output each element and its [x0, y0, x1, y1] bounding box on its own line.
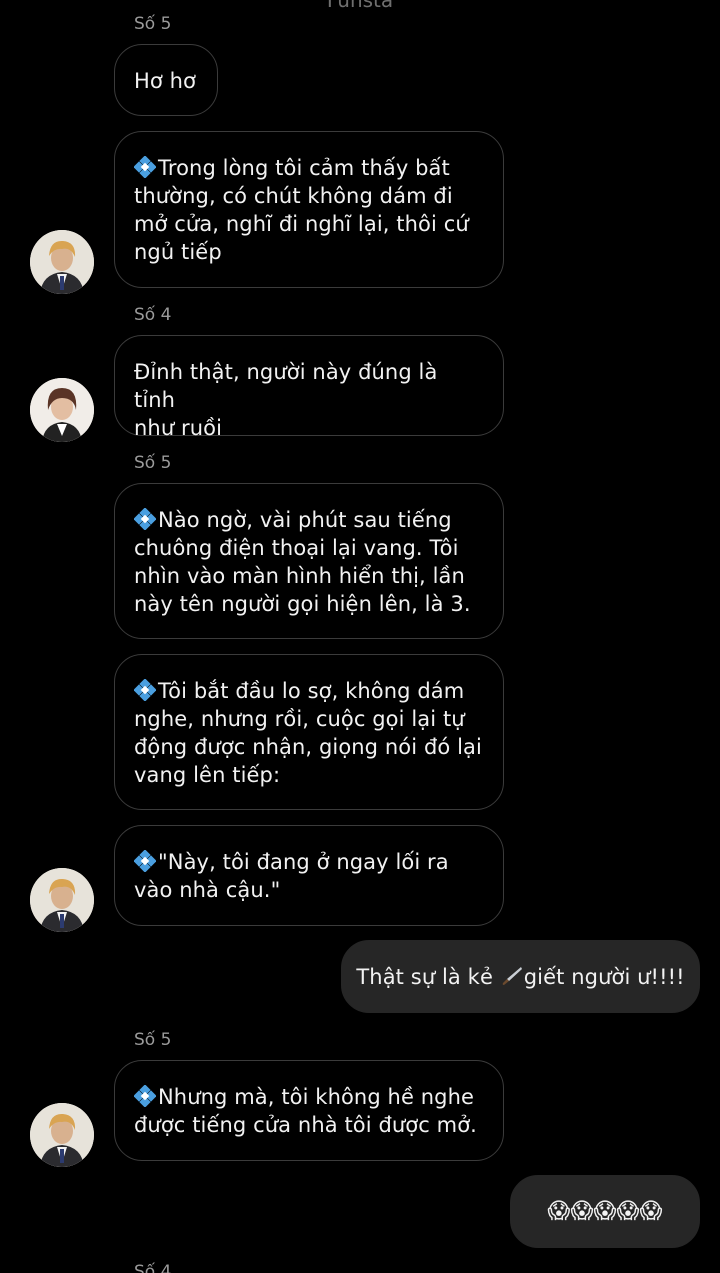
avatar[interactable]	[30, 230, 94, 294]
message-bubble[interactable]: Nào ngờ, vài phút sau tiếng chuông điện …	[114, 483, 504, 639]
scream-face-icon: 😱😱😱😱😱	[547, 1198, 663, 1224]
message-line: Nhưng mà, tôi không hề nghe	[134, 1083, 483, 1111]
avatar[interactable]	[30, 378, 94, 442]
message-bubble[interactable]: Hơ hơ	[114, 44, 218, 116]
message-line: "Này, tôi đang ở ngay lối ra	[134, 848, 483, 876]
message-line: Trong lòng tôi cảm thấy bất	[134, 154, 483, 182]
sender-name: Số 5	[134, 14, 172, 34]
chat-screen: Funsta Số 5 Hơ hơ Trong lòng tôi cảm thấ…	[0, 0, 720, 1273]
message-text: Hơ hơ	[134, 69, 196, 93]
message-line: Nào ngờ, vài phút sau tiếng	[134, 506, 483, 534]
message-line: thường, có chút không dám đi	[134, 184, 453, 208]
sender-name: Số 4	[134, 305, 172, 325]
message-line: Đỉnh thật, người này đúng là tỉnh	[134, 360, 438, 412]
message-text: Thật sự là kẻ giết người ư!!!!	[356, 964, 685, 989]
my-message-bubble[interactable]: 😱😱😱😱😱	[510, 1175, 700, 1248]
message-line: này tên người gọi hiện lên, là 3.	[134, 592, 471, 616]
message-line: chuông điện thoại lại vang. Tôi	[134, 536, 459, 560]
sender-name: Số 4	[134, 1262, 172, 1273]
message-line: vào nhà cậu."	[134, 878, 281, 902]
knife-icon	[502, 966, 522, 985]
blue-diamond-icon	[134, 508, 156, 530]
message-line: mở cửa, nghĩ đi nghĩ lại, thôi cứ	[134, 212, 469, 236]
blue-diamond-icon	[134, 156, 156, 178]
blue-diamond-icon	[134, 1085, 156, 1107]
blue-diamond-icon	[134, 679, 156, 701]
sender-name: Số 5	[134, 453, 172, 473]
message-line: động được nhận, giọng nói đó lại	[134, 735, 482, 759]
message-line: Tôi bắt đầu lo sợ, không dám	[134, 677, 483, 705]
message-bubble[interactable]: Trong lòng tôi cảm thấy bất thường, có c…	[114, 131, 504, 288]
my-message-bubble[interactable]: Thật sự là kẻ giết người ư!!!!	[341, 940, 700, 1013]
avatar[interactable]	[30, 1103, 94, 1167]
message-line: như ruồi	[134, 416, 223, 440]
message-bubble[interactable]: Nhưng mà, tôi không hề nghe được tiếng c…	[114, 1060, 504, 1161]
blue-diamond-icon	[134, 850, 156, 872]
sender-name: Số 5	[134, 1030, 172, 1050]
message-line: nhìn vào màn hình hiển thị, lần	[134, 564, 465, 588]
message-bubble[interactable]: "Này, tôi đang ở ngay lối ra vào nhà cậu…	[114, 825, 504, 926]
message-line: nghe, nhưng rồi, cuộc gọi lại tự	[134, 707, 465, 731]
avatar[interactable]	[30, 868, 94, 932]
chat-title: Funsta	[326, 0, 394, 12]
message-line: ngủ tiếp	[134, 240, 222, 264]
message-bubble[interactable]: Tôi bắt đầu lo sợ, không dám nghe, nhưng…	[114, 654, 504, 810]
message-bubble[interactable]: Đỉnh thật, người này đúng là tỉnh như ru…	[114, 335, 504, 440]
message-line: được tiếng cửa nhà tôi được mở.	[134, 1113, 477, 1137]
message-line: vang lên tiếp:	[134, 763, 281, 787]
